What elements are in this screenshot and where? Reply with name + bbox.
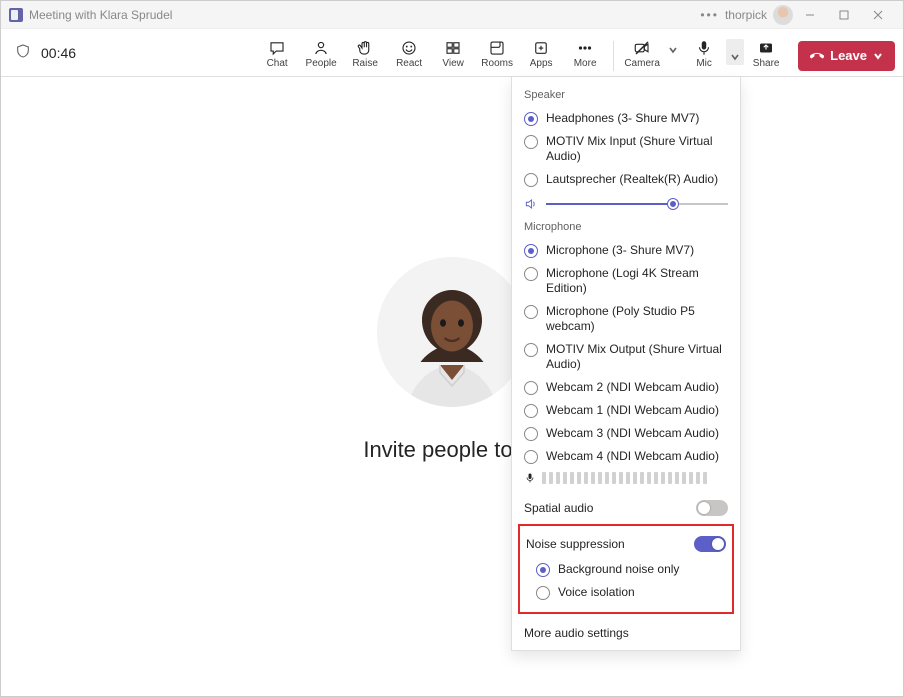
window-title: Meeting with Klara Sprudel	[29, 8, 172, 22]
speaker-option-1[interactable]: MOTIV Mix Input (Shure Virtual Audio)	[524, 130, 728, 168]
participant-avatar	[377, 257, 527, 407]
view-button[interactable]: View	[431, 35, 475, 69]
radio-icon	[536, 586, 550, 600]
shield-icon[interactable]	[15, 43, 31, 62]
mic-chevron[interactable]	[726, 39, 744, 65]
teams-app-icon	[9, 8, 23, 22]
chat-label: Chat	[267, 58, 288, 69]
mic-option-label: Webcam 4 (NDI Webcam Audio)	[546, 449, 719, 464]
speaker-option-0[interactable]: Headphones (3- Shure MV7)	[524, 107, 728, 130]
mic-label: Mic	[696, 58, 712, 69]
mic-option-label: Webcam 1 (NDI Webcam Audio)	[546, 403, 719, 418]
mic-option-1[interactable]: Microphone (Logi 4K Stream Edition)	[524, 262, 728, 300]
mic-option-label: Webcam 3 (NDI Webcam Audio)	[546, 426, 719, 441]
mic-section-title: Microphone	[524, 221, 728, 233]
radio-icon	[524, 173, 538, 187]
rooms-label: Rooms	[481, 58, 513, 69]
meeting-stage: Invite people to joi Speaker Headphones …	[1, 77, 903, 696]
speaker-option-label: Headphones (3- Shure MV7)	[546, 111, 699, 126]
window-minimize-button[interactable]	[793, 1, 827, 29]
speaker-volume-row	[524, 197, 728, 211]
noise-suppression-toggle[interactable]	[694, 536, 726, 552]
camera-label: Camera	[624, 58, 660, 69]
noise-suppression-label: Noise suppression	[526, 537, 625, 551]
view-label: View	[442, 58, 464, 69]
mic-option-6[interactable]: Webcam 3 (NDI Webcam Audio)	[524, 422, 728, 445]
react-label: React	[396, 58, 422, 69]
mic-button[interactable]: Mic	[682, 35, 726, 69]
meeting-timer: 00:46	[41, 45, 76, 61]
share-button[interactable]: Share	[744, 35, 788, 69]
ellipsis-icon[interactable]: •••	[700, 8, 719, 22]
mic-icon	[524, 472, 536, 484]
radio-icon	[524, 404, 538, 418]
radio-icon	[524, 267, 538, 281]
noise-option-1[interactable]: Voice isolation	[526, 581, 726, 604]
mic-option-label: MOTIV Mix Output (Shure Virtual Audio)	[546, 342, 728, 372]
spatial-audio-label: Spatial audio	[524, 501, 593, 515]
rooms-button[interactable]: Rooms	[475, 35, 519, 69]
speaker-volume-slider[interactable]	[546, 197, 728, 211]
apps-label: Apps	[530, 58, 553, 69]
react-button[interactable]: React	[387, 35, 431, 69]
username: thorpick	[725, 8, 767, 22]
noise-suppression-highlight: Noise suppression Background noise only …	[518, 524, 734, 614]
mic-option-7[interactable]: Webcam 4 (NDI Webcam Audio)	[524, 445, 728, 468]
speaker-section-title: Speaker	[524, 89, 728, 101]
radio-icon	[524, 135, 538, 149]
speaker-volume-icon	[524, 197, 538, 211]
mic-option-3[interactable]: MOTIV Mix Output (Shure Virtual Audio)	[524, 338, 728, 376]
mic-option-2[interactable]: Microphone (Poly Studio P5 webcam)	[524, 300, 728, 338]
mic-option-label: Webcam 2 (NDI Webcam Audio)	[546, 380, 719, 395]
speaker-option-label: MOTIV Mix Input (Shure Virtual Audio)	[546, 134, 728, 164]
noise-option-0[interactable]: Background noise only	[526, 558, 726, 581]
camera-chevron[interactable]	[664, 35, 682, 55]
spatial-audio-row: Spatial audio	[524, 494, 728, 522]
mic-option-4[interactable]: Webcam 2 (NDI Webcam Audio)	[524, 376, 728, 399]
share-label: Share	[753, 58, 780, 69]
chat-button[interactable]: Chat	[255, 35, 299, 69]
audio-settings-panel: Speaker Headphones (3- Shure MV7) MOTIV …	[511, 77, 741, 651]
radio-icon	[524, 244, 538, 258]
chevron-down-icon	[873, 51, 883, 61]
mic-option-5[interactable]: Webcam 1 (NDI Webcam Audio)	[524, 399, 728, 422]
toolbar-divider	[613, 41, 614, 71]
more-label: More	[574, 58, 597, 69]
raise-label: Raise	[352, 58, 378, 69]
mic-option-label: Microphone (3- Shure MV7)	[546, 243, 694, 258]
people-label: People	[306, 58, 337, 69]
noise-option-label: Background noise only	[558, 562, 679, 577]
mic-level-bars	[542, 472, 707, 484]
raise-hand-button[interactable]: Raise	[343, 35, 387, 69]
more-audio-settings-link[interactable]: More audio settings	[524, 620, 728, 640]
window-titlebar: Meeting with Klara Sprudel ••• thorpick	[1, 1, 903, 29]
speaker-option-2[interactable]: Lautsprecher (Realtek(R) Audio)	[524, 168, 728, 191]
camera-button[interactable]: Camera	[620, 35, 664, 69]
noise-option-label: Voice isolation	[558, 585, 635, 600]
window-maximize-button[interactable]	[827, 1, 861, 29]
meeting-toolbar: 00:46 Chat People Raise React View Rooms	[1, 29, 903, 77]
mic-option-label: Microphone (Poly Studio P5 webcam)	[546, 304, 728, 334]
user-avatar-icon[interactable]	[773, 5, 793, 25]
mic-level-row	[524, 472, 728, 484]
people-button[interactable]: People	[299, 35, 343, 69]
apps-button[interactable]: Apps	[519, 35, 563, 69]
mic-option-0[interactable]: Microphone (3- Shure MV7)	[524, 239, 728, 262]
radio-icon	[524, 305, 538, 319]
window-close-button[interactable]	[861, 1, 895, 29]
radio-icon	[524, 112, 538, 126]
radio-icon	[524, 381, 538, 395]
noise-suppression-row: Noise suppression	[526, 530, 726, 558]
radio-icon	[524, 343, 538, 357]
speaker-option-label: Lautsprecher (Realtek(R) Audio)	[546, 172, 718, 187]
mic-option-label: Microphone (Logi 4K Stream Edition)	[546, 266, 728, 296]
leave-label: Leave	[830, 48, 867, 63]
spatial-audio-toggle[interactable]	[696, 500, 728, 516]
radio-icon	[524, 450, 538, 464]
titlebar-user: ••• thorpick	[700, 5, 793, 25]
leave-button[interactable]: Leave	[798, 41, 895, 71]
radio-icon	[524, 427, 538, 441]
more-button[interactable]: More	[563, 35, 607, 69]
radio-icon	[536, 563, 550, 577]
